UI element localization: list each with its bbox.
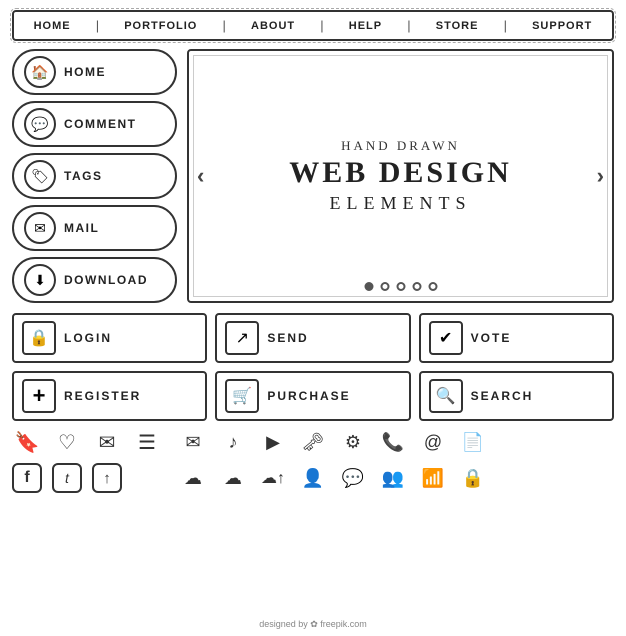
lock-icon: 🔒 xyxy=(458,463,488,493)
phone-icon: 📞 xyxy=(378,427,408,457)
purchase-label: PURCHASE xyxy=(267,389,350,403)
vote-button[interactable]: ✔ VOTE xyxy=(419,313,614,363)
main-content: 🏠 HOME 💬 COMMENT 🏷 TAGS ✉ MAIL ⬇ DOWNLOA… xyxy=(12,49,614,303)
chat-icon: 💬 xyxy=(338,463,368,493)
sidebar-item-comment[interactable]: 💬 COMMENT xyxy=(12,101,177,147)
search-icon: 🔍 xyxy=(429,379,463,413)
comment-icon: 💬 xyxy=(24,108,56,140)
register-label: REGISTER xyxy=(64,389,141,403)
sidebar-item-mail[interactable]: ✉ MAIL xyxy=(12,205,177,251)
nav-item-home[interactable]: HOME xyxy=(28,20,77,32)
icons-row-2: ✉ ♪ ▶ 🗝 ⚙ 📞 @ 📄 xyxy=(178,427,488,457)
icons-row-1: 🔖 ♡ ✉ ☰ xyxy=(12,427,162,457)
login-icon: 🔒 xyxy=(22,321,56,355)
music-icon: ♪ xyxy=(218,427,248,457)
sidebar-label-home: HOME xyxy=(64,65,106,79)
nav-item-support[interactable]: SUPPORT xyxy=(526,20,598,32)
mail-icon: ✉ xyxy=(24,212,56,244)
download-icon: ⬇ xyxy=(24,264,56,296)
nav-item-help[interactable]: HELP xyxy=(343,20,388,32)
dot-1[interactable] xyxy=(364,282,373,291)
dot-3[interactable] xyxy=(396,282,405,291)
footer: designed by ✿ freepik.com xyxy=(0,619,626,630)
vote-icon: ✔ xyxy=(429,321,463,355)
cloud-icon: ☁ xyxy=(178,463,208,493)
search-label: SEARCH xyxy=(471,389,534,403)
sidebar-item-tags[interactable]: 🏷 TAGS xyxy=(12,153,177,199)
icons-row-social: f t ↑ xyxy=(12,463,162,493)
key-icon: 🗝 xyxy=(298,427,328,457)
icons-section: 🔖 ♡ ✉ ☰ f t ↑ ✉ ♪ ▶ 🗝 ⚙ 📞 @ 📄 xyxy=(12,427,614,493)
action-buttons: 🔒 LOGIN ↗ SEND ✔ VOTE + REGISTER 🛒 PURCH… xyxy=(12,313,614,421)
purchase-button[interactable]: 🛒 PURCHASE xyxy=(215,371,410,421)
sidebar-item-home[interactable]: 🏠 HOME xyxy=(12,49,177,95)
cloud-upload-icon: ☁↑ xyxy=(258,463,288,493)
bookmark-icon: 🔖 xyxy=(12,427,42,457)
slider-arrow-left[interactable]: ‹ xyxy=(197,163,204,189)
send-label: SEND xyxy=(267,331,308,345)
document-icon: 📄 xyxy=(458,427,488,457)
rss-icon: 📶 xyxy=(418,463,448,493)
login-label: LOGIN xyxy=(64,331,112,345)
settings-icon: ⚙ xyxy=(338,427,368,457)
login-button[interactable]: 🔒 LOGIN xyxy=(12,313,207,363)
hero-title: WEB DESIGN xyxy=(289,156,512,189)
register-button[interactable]: + REGISTER xyxy=(12,371,207,421)
purchase-icon: 🛒 xyxy=(225,379,259,413)
hero-subtitle: HAND DRAWN xyxy=(341,138,460,154)
user-icon: 👤 xyxy=(298,463,328,493)
sidebar-label-comment: COMMENT xyxy=(64,117,137,131)
at-icon: @ xyxy=(418,427,448,457)
dot-5[interactable] xyxy=(428,282,437,291)
search-button[interactable]: 🔍 SEARCH xyxy=(419,371,614,421)
facebook-icon: f xyxy=(12,463,42,493)
group-icon: 👥 xyxy=(378,463,408,493)
cloud2-icon: ☁ xyxy=(218,463,248,493)
top-navigation: HOME | PORTFOLIO | ABOUT | HELP | STORE … xyxy=(12,10,614,41)
sidebar-label-download: DOWNLOAD xyxy=(64,273,148,287)
sidebar-label-mail: MAIL xyxy=(64,221,99,235)
share-icon: ↑ xyxy=(92,463,122,493)
sidebar: 🏠 HOME 💬 COMMENT 🏷 TAGS ✉ MAIL ⬇ DOWNLOA… xyxy=(12,49,177,303)
twitter-icon: t xyxy=(52,463,82,493)
icons-row-3: ☁ ☁ ☁↑ 👤 💬 👥 📶 🔒 xyxy=(178,463,488,493)
dot-4[interactable] xyxy=(412,282,421,291)
menu-icon: ☰ xyxy=(132,427,162,457)
hero-slider: ‹ HAND DRAWN WEB DESIGN ELEMENTS › xyxy=(187,49,614,303)
vote-label: VOTE xyxy=(471,331,512,345)
nav-item-store[interactable]: STORE xyxy=(430,20,485,32)
register-icon: + xyxy=(22,379,56,413)
home-icon: 🏠 xyxy=(24,56,56,88)
slider-arrow-right[interactable]: › xyxy=(597,163,604,189)
nav-item-portfolio[interactable]: PORTFOLIO xyxy=(118,20,203,32)
envelope-icon: ✉ xyxy=(92,427,122,457)
hero-elements: ELEMENTS xyxy=(330,193,472,214)
mail2-icon: ✉ xyxy=(178,427,208,457)
nav-item-about[interactable]: ABOUT xyxy=(245,20,301,32)
play-icon: ▶ xyxy=(258,427,288,457)
slider-dots xyxy=(364,282,437,291)
sidebar-item-download[interactable]: ⬇ DOWNLOAD xyxy=(12,257,177,303)
tags-icon: 🏷 xyxy=(24,160,56,192)
send-button[interactable]: ↗ SEND xyxy=(215,313,410,363)
heart-icon: ♡ xyxy=(52,427,82,457)
send-icon: ↗ xyxy=(225,321,259,355)
footer-text: designed by ✿ freepik.com xyxy=(259,619,367,629)
dot-2[interactable] xyxy=(380,282,389,291)
sidebar-label-tags: TAGS xyxy=(64,169,102,183)
